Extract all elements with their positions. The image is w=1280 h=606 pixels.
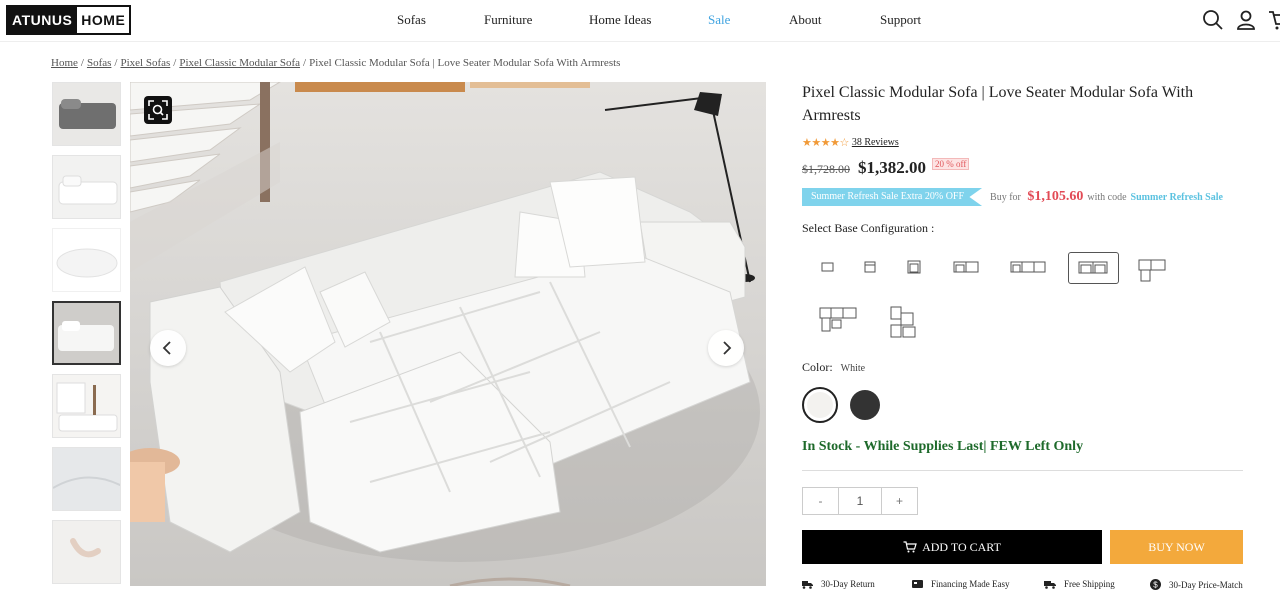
thumbnail-6[interactable] — [52, 447, 121, 511]
cart-icon — [903, 541, 917, 553]
product-title: Pixel Classic Modular Sofa | Love Seater… — [802, 84, 1194, 124]
discount-badge: 20 % off — [932, 158, 970, 170]
thumbnail-2[interactable] — [52, 155, 121, 219]
thumbnail-3[interactable] — [52, 228, 121, 292]
nav-support[interactable]: Support — [880, 12, 921, 28]
config-option-8[interactable] — [814, 303, 864, 337]
add-to-cart-button[interactable]: ADD TO CART — [802, 530, 1102, 564]
main-nav: Sofas Furniture Home Ideas Sale About Su… — [0, 12, 1280, 30]
zoom-icon — [148, 100, 168, 120]
config-option-2[interactable] — [846, 251, 896, 283]
next-image-button[interactable] — [708, 330, 744, 366]
reviews-link[interactable]: 38 Reviews — [852, 137, 899, 148]
sofa-photo — [130, 82, 766, 586]
buy-for-text: Buy for $1,105.60 with code Summer Refresh… — [990, 189, 1223, 205]
buy-for-label: Buy for — [990, 192, 1021, 203]
thumbnail-4[interactable] — [52, 301, 121, 365]
config-option-7[interactable] — [1128, 254, 1178, 288]
svg-text:$: $ — [1153, 581, 1158, 590]
breadcrumb-pixel-classic[interactable]: Pixel Classic Modular Sofa — [179, 57, 300, 69]
nav-sofas[interactable]: Sofas — [397, 12, 426, 28]
sale-price: $1,382.00 — [858, 158, 926, 177]
color-label: Color: — [802, 360, 833, 374]
breadcrumb-current: Pixel Classic Modular Sofa | Love Seater… — [309, 57, 621, 69]
feature-shipping-label: Free Shipping — [1064, 579, 1115, 589]
quantity-stepper: - 1 + — [802, 487, 918, 515]
nav-home-ideas[interactable]: Home Ideas — [589, 12, 651, 28]
feature-financing: Financing Made Easy — [912, 579, 1009, 589]
prev-image-button[interactable] — [150, 330, 186, 366]
config-option-6[interactable] — [1068, 252, 1119, 284]
price-row: $1,728.00 $1,382.00 20 % off — [802, 158, 970, 180]
original-price: $1,728.00 — [802, 162, 850, 176]
chevron-left-icon — [162, 341, 171, 355]
chevron-right-icon — [723, 341, 732, 355]
nav-furniture[interactable]: Furniture — [484, 12, 532, 28]
star-rating-icon: ★★★★☆ — [802, 135, 849, 149]
config-option-9[interactable] — [880, 303, 930, 341]
buy-for-price: $1,105.60 — [1027, 189, 1084, 204]
divider — [802, 470, 1243, 471]
nav-sale[interactable]: Sale — [708, 12, 730, 28]
product-rating: ★★★★☆ 38 Reviews — [802, 135, 899, 149]
with-code-label: with code — [1087, 192, 1127, 203]
feature-financing-label: Financing Made Easy — [931, 579, 1010, 589]
color-value: White — [840, 363, 866, 374]
thumbnail-7[interactable] — [52, 520, 121, 584]
zoom-button[interactable] — [144, 96, 172, 124]
search-icon[interactable] — [1202, 9, 1224, 31]
feature-return: 30-Day Return — [802, 579, 875, 589]
shipping-icon — [1044, 581, 1056, 589]
feature-shipping: Free Shipping — [1044, 579, 1115, 589]
promo-tag: Summer Refresh Sale Extra 20% OFF — [802, 188, 983, 206]
promo-row: Summer Refresh Sale Extra 20% OFF Buy fo… — [802, 188, 1223, 206]
config-label: Select Base Configuration : — [802, 221, 935, 235]
stock-status: In Stock - While Supplies Last| FEW Left… — [802, 439, 1084, 454]
breadcrumb-sofas[interactable]: Sofas — [87, 57, 111, 69]
color-swatch-dark[interactable] — [850, 390, 880, 420]
thumbnail-1[interactable] — [52, 82, 121, 146]
feature-list: 30-Day Return Financing Made Easy Free S… — [802, 579, 1252, 593]
nav-about[interactable]: About — [789, 12, 822, 28]
breadcrumb-pixel-sofas[interactable]: Pixel Sofas — [120, 57, 170, 69]
color-swatch-white[interactable] — [802, 387, 838, 423]
breadcrumb-home[interactable]: Home — [51, 57, 78, 69]
feature-price-match-label: 30-Day Price-Match — [1169, 579, 1243, 590]
config-option-5[interactable] — [1004, 251, 1054, 283]
qty-plus-button[interactable]: + — [882, 488, 917, 514]
feature-return-label: 30-Day Return — [821, 579, 875, 589]
card-icon — [912, 580, 923, 588]
config-option-3[interactable] — [890, 251, 940, 283]
main-product-image — [130, 82, 766, 586]
dollar-icon: $ — [1150, 579, 1161, 590]
quantity-input[interactable]: 1 — [838, 488, 882, 514]
cart-icon[interactable] — [1268, 9, 1280, 31]
site-header: ATUNUS HOME Sofas Furniture Home Ideas S… — [0, 0, 1280, 42]
config-option-4[interactable] — [942, 251, 992, 283]
add-to-cart-label: ADD TO CART — [922, 539, 1001, 554]
account-icon[interactable] — [1235, 9, 1257, 31]
feature-price-match: $ 30-Day Price-Match — [1150, 579, 1243, 590]
qty-minus-button[interactable]: - — [803, 488, 838, 514]
promo-code: Summer Refresh Sale — [1130, 192, 1223, 203]
buy-now-button[interactable]: BUY NOW — [1110, 530, 1243, 564]
truck-icon — [802, 581, 813, 589]
breadcrumb: Home / Sofas / Pixel Sofas / Pixel Classic Mod… — [51, 57, 621, 69]
color-label-row: Color: White — [802, 360, 865, 375]
thumbnail-5[interactable] — [52, 374, 121, 438]
